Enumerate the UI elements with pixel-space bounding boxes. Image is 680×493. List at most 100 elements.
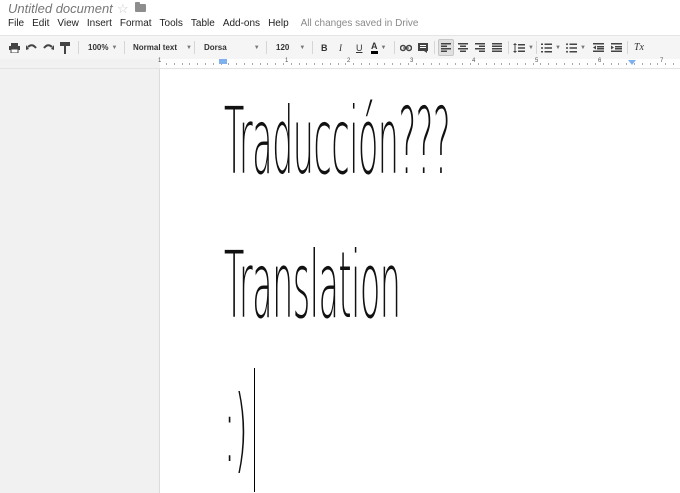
ruler-tick: [611, 63, 612, 65]
ruler-tick: [665, 63, 666, 65]
ruler-tick: [540, 63, 541, 65]
text-color-button[interactable]: A ▼: [371, 40, 386, 55]
line-spacing-icon[interactable]: ▼: [513, 40, 534, 55]
ruler-tick: [338, 63, 339, 65]
ruler-tick: [657, 63, 658, 65]
chevron-down-icon: ▼: [580, 44, 586, 51]
align-justify-icon[interactable]: [492, 40, 502, 55]
ruler-tick: [275, 63, 276, 65]
menu-file[interactable]: File: [8, 18, 24, 32]
ruler-number: 5: [535, 58, 539, 64]
clear-formatting-icon[interactable]: Tx: [634, 40, 644, 55]
font-select[interactable]: Dorsa ▼: [204, 40, 260, 55]
document-title[interactable]: Untitled document: [8, 1, 113, 16]
ruler-tick: [525, 63, 526, 65]
ruler-tick: [416, 63, 417, 65]
ruler-tick: [462, 63, 463, 65]
chevron-down-icon: ▼: [528, 44, 534, 51]
ruler-tick: [228, 63, 229, 65]
toolbar-separator: [124, 41, 125, 54]
ruler-tick: [501, 63, 502, 65]
ruler-tick: [579, 63, 580, 65]
ruler-tick: [267, 63, 268, 65]
menu-insert[interactable]: Insert: [87, 18, 112, 32]
text-cursor: [254, 368, 255, 492]
folder-icon[interactable]: [135, 2, 146, 12]
menu-table[interactable]: Table: [191, 18, 215, 32]
ruler-tick: [384, 63, 385, 65]
ruler-tick: [345, 63, 346, 65]
align-center-icon[interactable]: [458, 40, 468, 55]
ruler-tick: [650, 63, 651, 65]
link-icon[interactable]: [400, 40, 412, 55]
bulleted-list-icon[interactable]: ▼: [566, 40, 586, 55]
ruler-tick: [642, 63, 643, 65]
ruler-tick: [455, 63, 456, 65]
increase-indent-icon[interactable]: [611, 40, 622, 55]
document-line[interactable]: Translation: [224, 232, 401, 339]
menu-tools[interactable]: Tools: [160, 18, 183, 32]
ruler-tick: [431, 63, 432, 65]
align-left-icon[interactable]: [438, 39, 454, 56]
ruler-number: 7: [660, 58, 664, 64]
decrease-indent-icon[interactable]: [593, 40, 604, 55]
ruler-tick: [634, 63, 635, 65]
comment-icon[interactable]: [418, 40, 428, 55]
chevron-down-icon: ▼: [253, 44, 260, 51]
menu-addons[interactable]: Add-ons: [223, 18, 260, 32]
ruler: 1 1 2 3 4 5 6 7: [0, 58, 680, 69]
menu-format[interactable]: Format: [120, 18, 152, 32]
ruler-number: 2: [347, 58, 351, 64]
print-icon[interactable]: [9, 40, 20, 55]
title-bar: Untitled document ☆ File Edit View Inser…: [0, 0, 680, 34]
menu-view[interactable]: View: [57, 18, 79, 32]
chevron-down-icon: ▼: [555, 44, 561, 51]
ruler-tick: [509, 63, 510, 65]
ruler-page-area: [160, 59, 680, 68]
ruler-tick: [392, 63, 393, 65]
toolbar-separator: [78, 41, 79, 54]
underline-button[interactable]: U: [356, 40, 363, 55]
toolbar-separator: [536, 41, 537, 54]
star-icon[interactable]: ☆: [117, 1, 129, 17]
paint-format-icon[interactable]: [60, 40, 70, 55]
zoom-select[interactable]: 100% ▼: [88, 40, 117, 55]
ruler-tick: [314, 63, 315, 65]
ruler-tick: [306, 63, 307, 65]
toolbar-separator: [312, 41, 313, 54]
undo-icon[interactable]: [26, 40, 37, 55]
font-size-value: 120: [276, 43, 290, 52]
chevron-down-icon: ▼: [299, 44, 306, 51]
ruler-tick: [299, 63, 300, 65]
document-line[interactable]: :): [224, 376, 248, 483]
ruler-number: 1: [285, 58, 289, 64]
ruler-tick: [189, 63, 190, 65]
ruler-number: 3: [410, 58, 414, 64]
text-color-letter: A: [371, 41, 378, 54]
ruler-tick: [618, 63, 619, 65]
italic-button[interactable]: I: [339, 40, 342, 55]
save-status[interactable]: All changes saved in Drive: [301, 18, 419, 32]
ruler-tick: [478, 63, 479, 65]
ruler-number: 1: [158, 58, 162, 64]
ruler-tick: [595, 63, 596, 65]
numbered-list-icon[interactable]: ▼: [541, 40, 561, 55]
ruler-tick: [283, 63, 284, 65]
toolbar-separator: [508, 41, 509, 54]
redo-icon[interactable]: [43, 40, 54, 55]
chevron-down-icon: ▼: [186, 44, 192, 51]
ruler-tick: [673, 63, 674, 65]
bold-button[interactable]: B: [321, 40, 328, 55]
menu-edit[interactable]: Edit: [32, 18, 49, 32]
align-right-icon[interactable]: [475, 40, 485, 55]
toolbar-separator: [194, 41, 195, 54]
ruler-tick: [291, 63, 292, 65]
font-value: Dorsa: [204, 43, 227, 52]
style-select[interactable]: Normal text ▼: [133, 40, 192, 55]
menu-help[interactable]: Help: [268, 18, 289, 32]
font-size-select[interactable]: 120 ▼: [276, 40, 305, 55]
ruler-tick: [377, 63, 378, 65]
toolbar: 100% ▼ Normal text ▼ Dorsa ▼ 120 ▼ B I U A ▼ …: [0, 35, 680, 60]
document-line[interactable]: Traducción???: [224, 88, 451, 195]
ruler-tick: [564, 63, 565, 65]
